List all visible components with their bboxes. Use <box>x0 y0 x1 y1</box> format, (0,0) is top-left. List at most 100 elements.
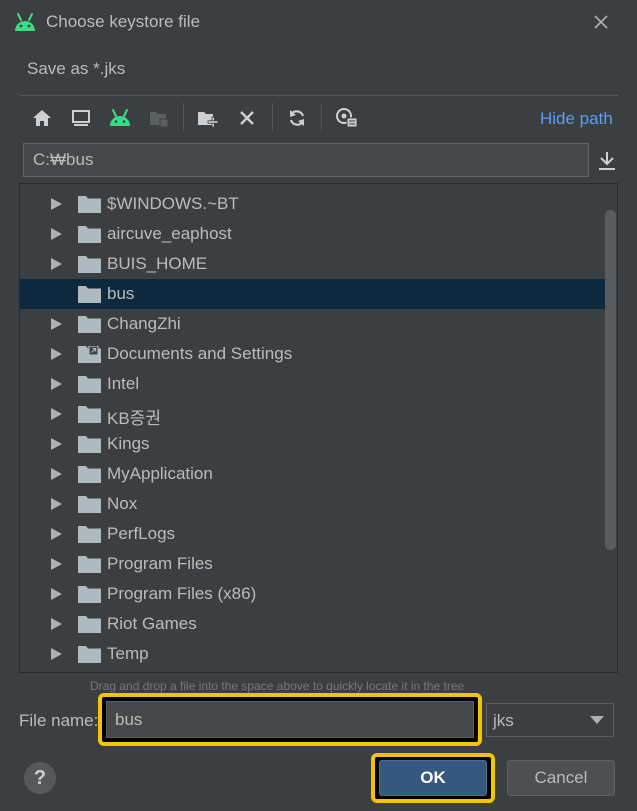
tree-row-label: Documents and Settings <box>107 344 293 363</box>
tree-row[interactable]: Intel <box>20 369 616 399</box>
tree-scrollbar[interactable] <box>605 210 616 550</box>
tree-row-label: KB증권 <box>107 409 161 428</box>
tree-row-label: MyApplication <box>107 464 213 483</box>
tree-row-label: Intel <box>107 374 140 393</box>
tree-row-label: $WINDOWS.~BT <box>107 194 239 213</box>
expand-arrow-icon[interactable] <box>51 498 62 510</box>
ok-button[interactable]: OK <box>379 760 487 796</box>
expand-arrow-icon[interactable] <box>51 588 62 600</box>
expand-arrow-icon[interactable] <box>51 528 62 540</box>
project-button[interactable] <box>106 104 134 132</box>
tree-row-label: Temp <box>107 644 149 663</box>
folder-icon <box>78 616 102 633</box>
file-tree[interactable]: $WINDOWS.~BT aircuve_eaphost BUIS_HOMEbus C… <box>19 183 618 673</box>
refresh-icon <box>289 110 305 126</box>
folder-link-icon <box>78 345 102 363</box>
folder-icon <box>78 196 102 213</box>
tree-row[interactable]: Kings <box>20 429 616 459</box>
tree-row[interactable]: MyApplication <box>20 459 616 489</box>
folder-icon <box>78 496 102 513</box>
folder-icon <box>78 466 102 483</box>
cancel-button[interactable]: Cancel <box>507 760 615 796</box>
new-folder-icon <box>198 112 219 128</box>
tree-row-label: BUIS_HOME <box>107 254 208 273</box>
tree-row[interactable]: Temp <box>20 639 616 669</box>
tree-row-label: ChangZhi <box>107 314 181 333</box>
android-icon <box>12 11 38 33</box>
tree-row[interactable]: Nox <box>20 489 616 519</box>
help-button[interactable]: ? <box>24 762 56 794</box>
folder-icon <box>78 436 102 453</box>
tree-row[interactable]: KB증권 <box>20 399 616 429</box>
download-icon <box>599 152 615 170</box>
tree-row-label: bus <box>107 284 135 303</box>
refresh-button[interactable] <box>283 104 311 132</box>
tree-row[interactable]: Program Files <box>20 549 616 579</box>
path-input[interactable] <box>23 143 589 177</box>
hide-path-link[interactable]: Hide path <box>540 109 613 129</box>
folder-icon <box>78 406 102 423</box>
show-hidden-button[interactable] <box>333 104 361 132</box>
module-button[interactable] <box>145 104 173 132</box>
expand-arrow-icon[interactable] <box>51 348 62 360</box>
tree-row-label: aircuve_eaphost <box>107 224 232 243</box>
new-folder-button[interactable] <box>194 104 222 132</box>
desktop-button[interactable] <box>67 104 95 132</box>
tree-row-label: Program Files <box>107 554 213 573</box>
home-icon <box>33 110 51 126</box>
expand-arrow-icon[interactable] <box>51 318 62 330</box>
tree-row-label: Riot Games <box>107 614 197 633</box>
toolbar-separator <box>272 103 273 131</box>
expand-arrow-icon[interactable] <box>51 228 62 240</box>
download-button[interactable] <box>595 148 619 174</box>
show-hidden-icon <box>336 108 358 128</box>
tree-row[interactable]: PerfLogs <box>20 519 616 549</box>
tree-row[interactable]: ChangZhi <box>20 309 616 339</box>
expand-arrow-icon[interactable] <box>51 468 62 480</box>
tree-row-label: PerfLogs <box>107 524 176 543</box>
toolbar-separator <box>183 103 184 131</box>
folder-icon <box>78 226 102 243</box>
tree-row[interactable]: Riot Games <box>20 609 616 639</box>
delete-icon <box>240 111 254 125</box>
tree-row[interactable]: $WINDOWS.~BT <box>20 189 616 219</box>
tree-row-label: Program Files (x86) <box>107 584 257 603</box>
tree-row[interactable]: Program Files (x86) <box>20 579 616 609</box>
folder-icon <box>78 286 102 303</box>
folder-icon <box>78 586 102 603</box>
android-project-icon <box>110 109 130 126</box>
tree-row[interactable]: BUIS_HOME <box>20 249 616 279</box>
folder-icon <box>78 526 102 543</box>
close-icon <box>594 15 608 29</box>
folder-icon <box>78 376 102 393</box>
file-type-value: jks <box>493 711 514 730</box>
expand-arrow-icon[interactable] <box>51 198 62 210</box>
tree-row-label: Kings <box>107 434 150 453</box>
path-value: C:₩bus <box>33 150 94 169</box>
dialog-subtitle: Save as *.jks <box>27 59 126 78</box>
home-button[interactable] <box>28 104 56 132</box>
toolbar-separator <box>321 103 322 131</box>
tree-row-label: Nox <box>107 494 138 513</box>
expand-arrow-icon[interactable] <box>51 408 62 420</box>
expand-arrow-icon[interactable] <box>51 378 62 390</box>
expand-arrow-icon[interactable] <box>51 558 62 570</box>
expand-arrow-icon[interactable] <box>51 618 62 630</box>
tree-row[interactable]: Documents and Settings <box>20 339 616 369</box>
file-name-input[interactable] <box>106 701 474 738</box>
delete-button[interactable] <box>233 104 261 132</box>
expand-arrow-icon[interactable] <box>51 648 62 660</box>
folder-icon <box>78 556 102 573</box>
file-name-label: File name: <box>19 711 99 730</box>
expand-arrow-icon[interactable] <box>51 258 62 270</box>
folder-icon <box>78 316 102 333</box>
divider <box>20 95 618 96</box>
module-icon <box>150 112 169 128</box>
tree-row[interactable]: bus <box>20 279 616 309</box>
desktop-icon <box>72 110 90 126</box>
expand-arrow-icon[interactable] <box>51 438 62 450</box>
folder-icon <box>78 256 102 273</box>
close-button[interactable] <box>588 9 614 35</box>
chevron-down-icon <box>590 716 604 724</box>
tree-row[interactable]: aircuve_eaphost <box>20 219 616 249</box>
